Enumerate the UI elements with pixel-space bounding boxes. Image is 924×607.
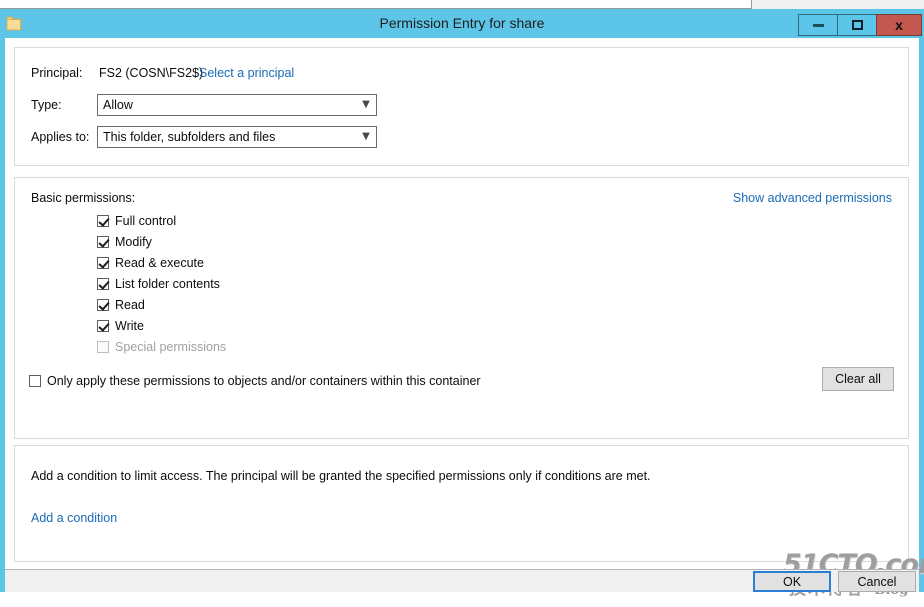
condition-description: Add a condition to limit access. The pri… xyxy=(31,469,651,483)
permission-label: Special permissions xyxy=(115,340,227,354)
permission-checkbox-full-control[interactable]: Full control xyxy=(97,214,176,228)
permission-label: Read xyxy=(115,298,145,312)
permission-label: Full control xyxy=(115,214,177,228)
permission-label: Write xyxy=(115,319,144,333)
checkbox-icon xyxy=(97,257,109,269)
permission-checkbox-read[interactable]: Read xyxy=(97,298,145,312)
permission-checkbox-modify[interactable]: Modify xyxy=(97,235,152,249)
ok-label: OK xyxy=(782,574,802,589)
checkbox-icon xyxy=(97,299,109,311)
permission-label: Read & execute xyxy=(115,256,204,270)
clear-all-button[interactable]: Clear all xyxy=(822,367,894,391)
maximize-icon xyxy=(851,20,863,30)
background-window-edge xyxy=(0,0,752,9)
principal-value: FS2 (COSN\FS2$) xyxy=(99,66,204,80)
checkbox-icon xyxy=(29,375,41,387)
permission-entry-dialog: Permission Entry for share x Principal: … xyxy=(0,9,924,598)
add-a-condition-link[interactable]: Add a condition xyxy=(31,511,117,525)
dialog-footer: OK Cancel xyxy=(5,569,919,592)
checkbox-icon xyxy=(97,341,109,353)
permission-checkbox-special-permissions: Special permissions xyxy=(97,340,226,354)
permission-checkbox-read-execute[interactable]: Read & execute xyxy=(97,256,204,270)
only-apply-checkbox[interactable]: Only apply these permissions to objects … xyxy=(29,374,481,388)
type-select[interactable]: Allow ▼ xyxy=(97,94,377,116)
title-bar[interactable]: Permission Entry for share x xyxy=(0,9,924,38)
maximize-button[interactable] xyxy=(837,14,877,36)
chevron-down-icon: ▼ xyxy=(362,99,370,110)
permission-checkbox-write[interactable]: Write xyxy=(97,319,144,333)
minimize-button[interactable] xyxy=(798,14,838,36)
principal-group: Principal: FS2 (COSN\FS2$) Select a prin… xyxy=(14,47,909,166)
permission-checkbox-list-folder-contents[interactable]: List folder contents xyxy=(97,277,220,291)
principal-label: Principal: xyxy=(31,66,83,80)
type-label: Type: xyxy=(31,98,62,112)
checkbox-icon xyxy=(97,236,109,248)
conditions-group: Add a condition to limit access. The pri… xyxy=(14,445,909,562)
show-advanced-permissions-link[interactable]: Show advanced permissions xyxy=(733,191,892,205)
close-icon: x xyxy=(895,17,903,33)
checkbox-icon xyxy=(97,320,109,332)
ok-button[interactable]: OK xyxy=(753,571,831,592)
permission-label: Modify xyxy=(115,235,152,249)
chevron-down-icon: ▼ xyxy=(362,131,370,142)
type-select-value: Allow xyxy=(103,98,133,112)
checkbox-icon xyxy=(97,215,109,227)
only-apply-label: Only apply these permissions to objects … xyxy=(47,374,481,388)
window-controls: x xyxy=(798,14,922,36)
cancel-label: Cancel xyxy=(857,574,897,589)
applies-to-select[interactable]: This folder, subfolders and files ▼ xyxy=(97,126,377,148)
basic-permissions-group: Basic permissions: Show advanced permiss… xyxy=(14,177,909,439)
checkbox-icon xyxy=(97,278,109,290)
select-a-principal-link[interactable]: Select a principal xyxy=(199,66,294,80)
applies-to-label: Applies to: xyxy=(31,130,90,144)
close-button[interactable]: x xyxy=(876,14,922,36)
applies-to-select-value: This folder, subfolders and files xyxy=(103,130,276,144)
dialog-body: Principal: FS2 (COSN\FS2$) Select a prin… xyxy=(5,38,924,598)
clear-all-label: Clear all xyxy=(835,372,881,386)
permission-label: List folder contents xyxy=(115,277,220,291)
basic-permissions-heading: Basic permissions: xyxy=(31,191,136,205)
minimize-icon xyxy=(812,23,824,27)
window-title: Permission Entry for share xyxy=(379,15,545,31)
cancel-button[interactable]: Cancel xyxy=(838,571,916,592)
